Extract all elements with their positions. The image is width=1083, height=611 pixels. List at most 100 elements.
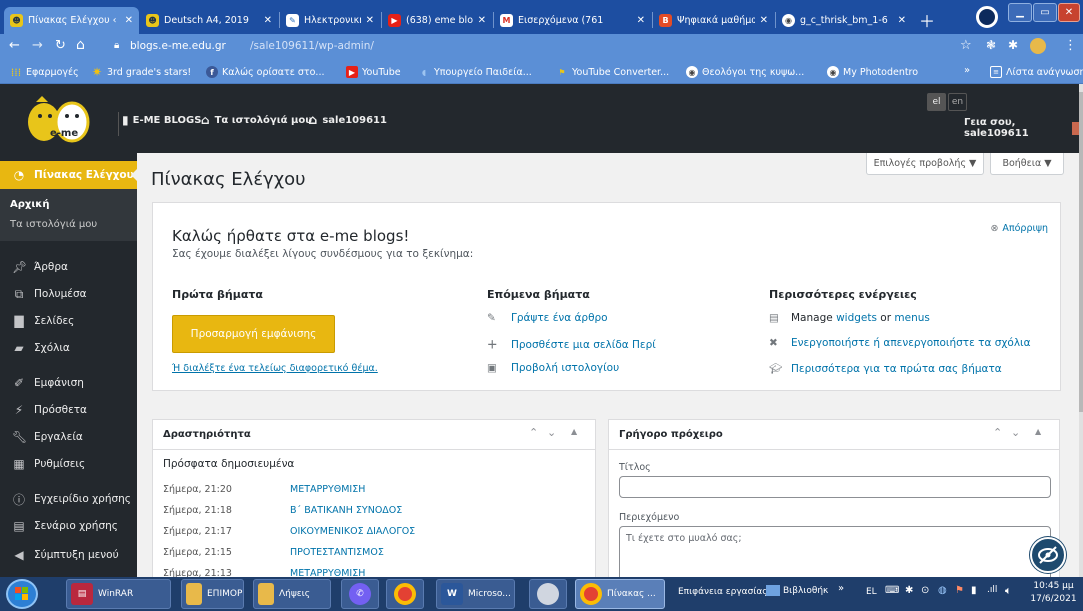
browser-tab[interactable]: ◉ g_c_thrisk_bm_1-6 ✕ xyxy=(776,7,912,34)
row-post-link[interactable]: ΠΡΟΤΕΣΤΑΝΤΙΣΜΟΣ xyxy=(290,547,384,558)
bookmark-item[interactable]: ◉ Θεολόγοι της κυψω... xyxy=(686,66,804,78)
help-button[interactable]: Βοήθεια ▼ xyxy=(990,153,1064,175)
close-tab-icon[interactable]: ✕ xyxy=(637,15,645,26)
maximize-window-icon[interactable]: ▭ xyxy=(1033,3,1057,22)
flag-icon[interactable]: ⚑ xyxy=(955,585,964,596)
bookmark-item[interactable]: ▶ YouTube xyxy=(346,66,401,78)
draft-title-input[interactable] xyxy=(619,476,1051,498)
browser-tab[interactable]: B Ψηφιακά μαθήματ ✕ xyxy=(653,7,774,34)
bookmark-item[interactable]: f Καλώς ορίσατε στο... xyxy=(206,66,325,78)
sidebar-item-scenario[interactable]: ▤ Σενάριο χρήσης xyxy=(0,513,137,539)
move-up-icon[interactable]: ⌃ xyxy=(993,426,1002,439)
close-tab-icon[interactable]: ✕ xyxy=(366,15,374,26)
learn-more-link[interactable]: 🎓︎ Περισσότερα για τα πρώτα σας βήματα xyxy=(769,362,1002,376)
taskbar-folder-epimor[interactable]: ΕΠΙΜΟΡ... xyxy=(181,579,244,609)
row-post-link[interactable]: ΜΕΤΑΡΡΥΘΜΙΣΗ xyxy=(290,568,365,577)
browser-tab[interactable]: ✎ Ηλεκτρονική Σχολ ✕ xyxy=(280,7,380,34)
collapse-widget-icon[interactable]: ▲ xyxy=(571,427,577,436)
browser-tab[interactable]: ▶ (638) eme blogs ⊘ ✕ xyxy=(382,7,492,34)
browser-menu-icon[interactable]: ⋮ xyxy=(1064,38,1077,53)
tray-app-icon[interactable]: ◍ xyxy=(938,585,947,596)
minimize-window-icon[interactable]: ▁ xyxy=(1008,3,1032,22)
dismiss-link[interactable]: ⊗ Απόρριψη xyxy=(990,223,1048,234)
close-tab-icon[interactable]: ✕ xyxy=(898,15,906,26)
taskbar-viber[interactable]: ✆ xyxy=(341,579,379,609)
desktop-toolbar[interactable]: Επιφάνεια εργασίας xyxy=(678,587,768,597)
sidebar-item-tools[interactable]: 🔧︎ Εργαλεία xyxy=(0,424,137,450)
system-clock[interactable]: 10:45 μμ 17/6/2021 xyxy=(1026,580,1081,606)
library-toolbar[interactable]: Βιβλιοθήκ xyxy=(766,585,828,596)
forward-arrow-icon[interactable]: → xyxy=(32,38,43,53)
taskbar-folder-downloads[interactable]: Λήψεις xyxy=(253,579,331,609)
bookmark-item[interactable]: ✷ 3rd grade's stars! xyxy=(91,65,191,79)
browser-tab[interactable]: M Εισερχόμενα (761 ✕ xyxy=(494,7,651,34)
browser-tab[interactable]: ☻ Πίνακας Ελέγχου ‹ ✕ xyxy=(4,7,139,34)
submenu-my-blogs[interactable]: Τα ιστολόγιά μου xyxy=(10,219,97,230)
reading-list[interactable]: ≡ Λίστα ανάγνωσης xyxy=(990,66,1083,78)
customize-appearance-button[interactable]: Προσαρμογή εμφάνισης xyxy=(172,315,335,353)
profile-avatar-icon[interactable] xyxy=(1030,38,1046,54)
back-arrow-icon[interactable]: ← xyxy=(9,38,20,53)
menus-link[interactable]: menus xyxy=(894,312,929,324)
sidebar-item-pages[interactable]: ▇ Σελίδες xyxy=(0,308,137,334)
sidebar-item-posts[interactable]: 📌︎ Άρθρα xyxy=(0,254,137,280)
close-tab-icon[interactable]: ✕ xyxy=(760,15,768,26)
row-post-link[interactable]: ΜΕΤΑΡΡΥΘΜΙΣΗ xyxy=(290,484,365,495)
sidebar-item-settings[interactable]: ▦ Ρυθμίσεις xyxy=(0,451,137,477)
sidebar-item-appearance[interactable]: ✐ Εμφάνιση xyxy=(0,370,137,396)
more-bookmarks-chevron-icon[interactable]: » xyxy=(964,65,970,76)
bluetooth-icon[interactable]: ✱ xyxy=(905,585,913,596)
bookmark-item[interactable]: ◖ Υπουργείο Παιδεία... xyxy=(418,66,532,78)
taskbar-word[interactable]: W Microso... xyxy=(436,579,515,609)
collapse-widget-icon[interactable]: ▲ xyxy=(1035,427,1041,436)
reload-icon[interactable]: ↻ xyxy=(55,38,66,53)
lang-en-button[interactable]: en xyxy=(948,93,967,111)
adminbar-my-blogs[interactable]: ⌂ Τα ιστολόγιά μου xyxy=(201,113,312,127)
language-indicator[interactable]: EL xyxy=(866,587,877,597)
home-icon[interactable]: ⌂ xyxy=(76,37,85,53)
volume-icon[interactable]: 🔈︎ xyxy=(1005,584,1012,598)
choose-theme-link[interactable]: Ή διαλέξτε ένα τελείως διαφορετικό θέμα. xyxy=(172,363,378,374)
sidebar-item-media[interactable]: ⧉ Πολυμέσα xyxy=(0,281,137,307)
network-signal-icon[interactable]: .ıll xyxy=(987,585,997,595)
adminbar-site-name[interactable]: ▮ E-ME BLOGS xyxy=(122,113,201,127)
start-button[interactable] xyxy=(6,579,38,609)
taskbar-winrar[interactable]: ▤ WinRAR xyxy=(66,579,171,609)
move-down-icon[interactable]: ⌄ xyxy=(547,426,556,439)
url-field[interactable]: 🔒︎ blogs.e-me.edu.gr /sale109611/wp-admi… xyxy=(104,36,954,58)
close-window-icon[interactable]: ✕ xyxy=(1058,3,1080,22)
close-tab-icon[interactable]: ✕ xyxy=(478,15,486,26)
write-post-link[interactable]: ✎ Γράψτε ένα άρθρο xyxy=(487,312,608,324)
keyboard-icon[interactable]: ⌨ xyxy=(885,585,899,596)
sidebar-item-plugins[interactable]: ⚡︎ Πρόσθετα xyxy=(0,397,137,423)
puzzle-icon[interactable]: ✱ xyxy=(1008,38,1018,52)
view-blog-link[interactable]: ▣ Προβολή ιστολογίου xyxy=(487,362,619,374)
close-tab-icon[interactable]: ✕ xyxy=(125,15,133,26)
taskbar-chrome-dashboard[interactable]: Πίνακας ... xyxy=(575,579,665,609)
move-up-icon[interactable]: ⌃ xyxy=(529,426,538,439)
new-tab-plus-icon[interactable]: ＋ xyxy=(916,9,938,31)
extension-icon[interactable]: ❃ xyxy=(986,38,996,52)
close-tab-icon[interactable]: ✕ xyxy=(264,15,272,26)
row-post-link[interactable]: Β΄ ΒΑΤΙΚΑΝΗ ΣΥΝΟΔΟΣ xyxy=(290,505,402,516)
bookmark-item[interactable]: ◉ My Photodentro xyxy=(827,66,918,78)
sidebar-item-dashboard[interactable]: ◔ Πίνακας Ελέγχου xyxy=(0,161,138,189)
toggle-comments-link[interactable]: ✖ Ενεργοποιήστε ή απενεργοποιήστε τα σχό… xyxy=(769,337,1031,349)
lang-el-button[interactable]: el xyxy=(927,93,946,111)
sidebar-item-manual[interactable]: ⓘ Εγχειρίδιο χρήσης xyxy=(0,486,137,512)
bookmark-star-icon[interactable]: ☆ xyxy=(960,38,972,53)
taskbar-chrome[interactable] xyxy=(386,579,424,609)
sidebar-collapse[interactable]: ◀ Σύμπτυξη μενού xyxy=(0,542,137,568)
submenu-home[interactable]: Αρχική xyxy=(10,199,49,210)
toolbar-overflow-icon[interactable]: » xyxy=(838,583,844,594)
draft-content-textarea[interactable]: Τι έχετε στο μυαλό σας; xyxy=(619,526,1051,577)
adminbar-account[interactable]: Γεια σου, sale109611 xyxy=(964,117,1083,139)
browser-tab[interactable]: ☻ Deutsch A4, 2019 ✕ xyxy=(140,7,278,34)
account-circle-icon[interactable] xyxy=(976,6,998,28)
bookmark-apps[interactable]: ⁞⁞⁞ Εφαρμογές xyxy=(10,66,79,79)
add-about-page-link[interactable]: ＋ Προσθέστε μια σελίδα Περί xyxy=(487,337,656,352)
screen-options-button[interactable]: Επιλογές προβολής ▼ xyxy=(866,153,984,175)
sync-icon[interactable]: ⊙ xyxy=(921,585,929,596)
adminbar-site[interactable]: ⌂ sale109611 xyxy=(308,113,387,128)
bookmark-item[interactable]: ⚑ YouTube Converter... xyxy=(556,66,669,78)
